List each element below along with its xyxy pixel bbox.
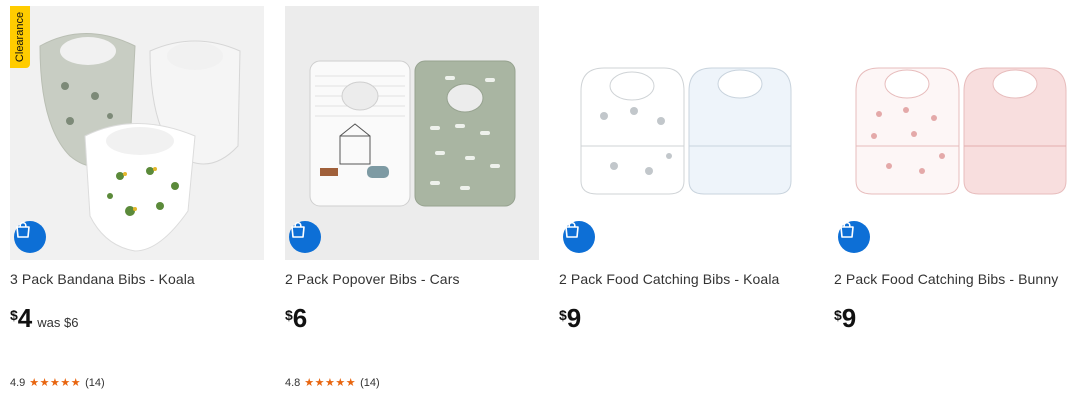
was-price: was $6 — [37, 315, 79, 330]
product-title[interactable]: 2 Pack Food Catching Bibs - Koala — [559, 271, 779, 287]
product-price: $ 4 was $6 — [10, 304, 78, 332]
price-amount: 4 — [17, 303, 33, 333]
rating-value: 4.8 — [285, 376, 301, 389]
shopping-bag-icon — [565, 221, 579, 238]
rating-value: 4.9 — [10, 376, 26, 389]
badge-label: Clearance — [14, 11, 27, 63]
price-currency: $ — [10, 307, 18, 323]
product-image[interactable] — [285, 6, 539, 260]
shopping-bag-icon — [16, 221, 30, 238]
review-count: (14) — [85, 376, 105, 389]
price-currency: $ — [285, 307, 293, 323]
price-amount: 9 — [841, 303, 857, 333]
price-amount: 6 — [292, 303, 308, 333]
price-amount: 9 — [566, 303, 582, 333]
product-card-popover-bibs[interactable]: 2 Pack Popover Bibs - Cars $ 6 4.8 ★★★★★… — [285, 6, 539, 401]
product-title[interactable]: 3 Pack Bandana Bibs - Koala — [10, 271, 195, 287]
shopping-bag-icon — [840, 221, 854, 238]
price-currency: $ — [834, 307, 842, 323]
product-image[interactable] — [834, 6, 1080, 260]
product-rating[interactable]: 4.9 ★★★★★ (14) — [10, 376, 105, 390]
product-image[interactable] — [559, 6, 813, 260]
product-card-bandana-bibs[interactable]: Clearance 3 Pack Bandana Bibs - Koala $ … — [10, 6, 264, 401]
star-icons: ★★★★★ — [29, 377, 82, 389]
star-icons: ★★★★★ — [304, 377, 357, 389]
product-grid: Clearance 3 Pack Bandana Bibs - Koala $ … — [0, 0, 1080, 403]
product-title[interactable]: 2 Pack Food Catching Bibs - Bunny — [834, 271, 1058, 287]
clearance-badge: Clearance — [10, 6, 30, 68]
add-to-bag-button[interactable] — [14, 221, 46, 253]
add-to-bag-button[interactable] — [289, 221, 321, 253]
product-price: $ 6 — [285, 304, 307, 332]
product-price: $ 9 — [834, 304, 856, 332]
add-to-bag-button[interactable] — [838, 221, 870, 253]
product-image[interactable]: Clearance — [10, 6, 264, 260]
price-currency: $ — [559, 307, 567, 323]
review-count: (14) — [360, 376, 380, 389]
shopping-bag-icon — [291, 221, 305, 238]
product-title[interactable]: 2 Pack Popover Bibs - Cars — [285, 271, 460, 287]
product-rating[interactable]: 4.8 ★★★★★ (14) — [285, 376, 380, 390]
add-to-bag-button[interactable] — [563, 221, 595, 253]
product-price: $ 9 — [559, 304, 581, 332]
product-card-food-catching-bunny[interactable]: 2 Pack Food Catching Bibs - Bunny $ 9 — [834, 6, 1080, 401]
product-card-food-catching-koala[interactable]: 2 Pack Food Catching Bibs - Koala $ 9 — [559, 6, 813, 401]
